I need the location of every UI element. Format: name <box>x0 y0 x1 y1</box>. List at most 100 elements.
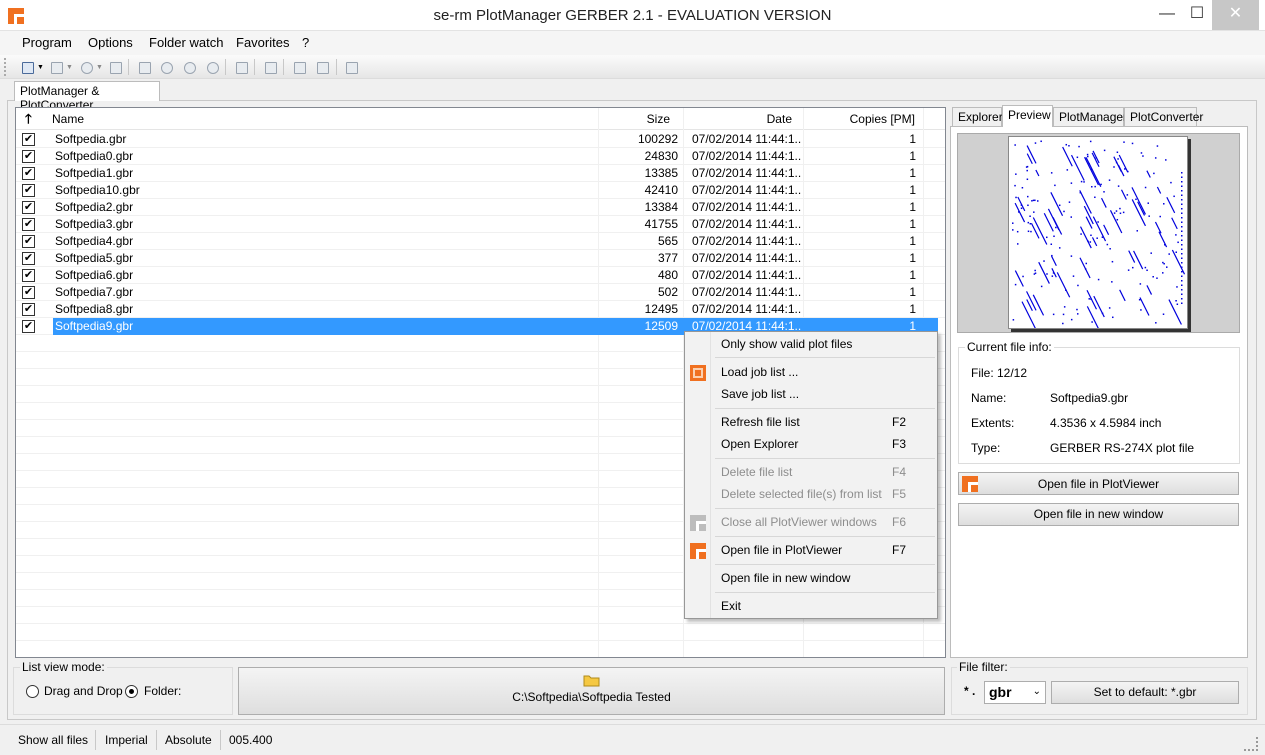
status-coordinates-mode[interactable]: Absolute <box>165 730 212 750</box>
pcb-trace <box>1086 306 1101 333</box>
type-value: GERBER RS-274X plot file <box>1050 441 1195 455</box>
table-row[interactable]: ✔ Softpedia4.gbr 565 07/02/2014 11:44:1... 1 <box>16 233 945 250</box>
status-show-all-files[interactable]: Show all files <box>18 730 88 750</box>
drag-drop-radio[interactable] <box>26 685 39 698</box>
menu-program[interactable]: Program <box>22 35 72 50</box>
pcb-pad <box>1026 178 1029 181</box>
tab-plotmanager-plotconverter[interactable]: PlotManager & PlotConverter <box>14 81 160 112</box>
toolbar: ▼ ▼ ▼ <box>0 55 1265 79</box>
row-checkbox[interactable]: ✔ <box>22 303 35 316</box>
folder-path-button[interactable]: C:\Softpedia\Softpedia Tested <box>238 667 945 715</box>
column-header-size[interactable]: Size <box>598 108 670 130</box>
arrow-up-icon[interactable]: 🡑 <box>25 108 32 130</box>
tab-explorer[interactable]: Explorer <box>952 107 1003 126</box>
row-checkbox[interactable]: ✔ <box>22 150 35 163</box>
maximize-button[interactable]: ☐ <box>1180 0 1214 30</box>
open-in-new-window-button[interactable]: Open file in new window <box>958 503 1239 526</box>
row-checkbox[interactable]: ✔ <box>22 218 35 231</box>
table-row[interactable]: ✔ Softpedia10.gbr 42410 07/02/2014 11:44:1.… <box>16 182 945 199</box>
resize-grip[interactable] <box>1244 737 1258 751</box>
menu-help[interactable]: ? <box>302 35 309 50</box>
undo-icon[interactable] <box>290 58 308 76</box>
file-date: 07/02/2014 11:44:1... <box>692 217 802 231</box>
open-icon[interactable] <box>18 58 36 76</box>
table-row[interactable]: ✔ Softpedia1.gbr 13385 07/02/2014 11:44:1..… <box>16 165 945 182</box>
zoom-fit-icon[interactable] <box>157 58 175 76</box>
filter-select[interactable]: gbr ⌄ <box>984 681 1046 704</box>
folder-radio[interactable] <box>125 685 138 698</box>
pcb-pad <box>1034 199 1036 202</box>
page-icon[interactable] <box>135 58 153 76</box>
menu-close-plotviewer-windows[interactable]: Close all PlotViewer windows <box>721 515 877 529</box>
row-checkbox[interactable]: ✔ <box>22 184 35 197</box>
toolbar-separator <box>283 59 284 75</box>
file-date: 07/02/2014 11:44:1... <box>692 302 802 316</box>
chevron-down-icon[interactable]: ▼ <box>37 64 44 71</box>
chevron-down-icon[interactable]: ▼ <box>66 64 73 71</box>
pcb-pad <box>1181 176 1183 178</box>
menu-options[interactable]: Options <box>88 35 133 50</box>
window-icon[interactable] <box>261 58 279 76</box>
table-row[interactable]: ✔ Softpedia0.gbr 24830 07/02/2014 11:44:1..… <box>16 148 945 165</box>
menu-open-in-plotviewer[interactable]: Open file in PlotViewer <box>721 543 842 557</box>
drag-drop-label[interactable]: Drag and Drop <box>44 684 123 698</box>
pcb-pad <box>1181 244 1183 246</box>
menu-folder-watch[interactable]: Folder watch <box>149 35 223 50</box>
menu-delete-file-list[interactable]: Delete file list <box>721 465 792 479</box>
r-icon[interactable] <box>342 58 360 76</box>
minimize-button[interactable]: — <box>1150 0 1184 30</box>
pcb-pad <box>1058 204 1061 207</box>
column-header-date[interactable]: Date <box>684 108 792 130</box>
row-checkbox[interactable]: ✔ <box>22 133 35 146</box>
tab-preview[interactable]: Preview <box>1002 105 1053 127</box>
table-row[interactable]: ✔ Softpedia8.gbr 12495 07/02/2014 11:44:1..… <box>16 301 945 318</box>
folder-label[interactable]: Folder: <box>144 684 181 698</box>
table-row[interactable]: ✔ Softpedia6.gbr 480 07/02/2014 11:44:1... 1 <box>16 267 945 284</box>
menu-delete-selected[interactable]: Delete selected file(s) from list <box>721 487 882 501</box>
pan-icon[interactable] <box>232 58 250 76</box>
row-checkbox[interactable]: ✔ <box>22 167 35 180</box>
row-checkbox[interactable]: ✔ <box>22 235 35 248</box>
pcb-pad <box>1119 212 1122 215</box>
column-header-name[interactable]: Name <box>52 108 85 130</box>
menu-load-job-list[interactable]: Load job list ... <box>721 365 798 379</box>
file-name: Softpedia5.gbr <box>55 251 134 265</box>
table-row[interactable]: ✔ Softpedia7.gbr 502 07/02/2014 11:44:1... 1 <box>16 284 945 301</box>
status-value: 005.400 <box>229 733 273 747</box>
redo-icon[interactable] <box>313 58 331 76</box>
row-checkbox[interactable]: ✔ <box>22 269 35 282</box>
file-size: 12495 <box>644 302 678 316</box>
open-in-plotviewer-button[interactable]: Open file in PlotViewer <box>958 472 1239 495</box>
table-row[interactable]: ✔ Softpedia5.gbr 377 07/02/2014 11:44:1... 1 <box>16 250 945 267</box>
zoom-icon[interactable] <box>77 58 95 76</box>
row-checkbox[interactable]: ✔ <box>22 286 35 299</box>
row-checkbox[interactable]: ✔ <box>22 320 35 333</box>
table-row[interactable]: ✔ Softpedia2.gbr 13384 07/02/2014 11:44:1..… <box>16 199 945 216</box>
table-row[interactable]: ✔ Softpedia3.gbr 41755 07/02/2014 11:44:1..… <box>16 216 945 233</box>
close-button[interactable]: ✕ <box>1212 0 1259 30</box>
pcb-pad <box>1076 313 1079 315</box>
status-units[interactable]: Imperial <box>105 730 148 750</box>
row-checkbox[interactable]: ✔ <box>22 201 35 214</box>
zoom-in-icon[interactable] <box>180 58 198 76</box>
menu-only-show-valid[interactable]: Only show valid plot files <box>721 337 852 351</box>
menu-save-job-list[interactable]: Save job list ... <box>721 387 799 401</box>
tab-plotconverter[interactable]: PlotConverter <box>1124 107 1203 126</box>
row-checkbox[interactable]: ✔ <box>22 252 35 265</box>
set-default-button[interactable]: Set to default: *.gbr <box>1051 681 1239 704</box>
brush-icon[interactable] <box>106 58 124 76</box>
menu-open-new-window[interactable]: Open file in new window <box>721 571 850 585</box>
print-icon[interactable] <box>47 58 65 76</box>
menu-refresh-file-list[interactable]: Refresh file list <box>721 415 800 429</box>
pcb-pad <box>1096 237 1098 239</box>
pcb-pad <box>1164 244 1166 246</box>
tab-plotmanager[interactable]: PlotManager <box>1053 107 1127 126</box>
menu-favorites[interactable]: Favorites <box>236 35 289 50</box>
column-header-copies[interactable]: Copies [PM] <box>804 108 915 130</box>
menu-exit[interactable]: Exit <box>721 599 741 613</box>
table-row[interactable]: ✔ Softpedia.gbr 100292 07/02/2014 11:44:1..… <box>16 131 945 148</box>
zoom-out-icon[interactable] <box>203 58 221 76</box>
menu-open-explorer[interactable]: Open Explorer <box>721 437 798 451</box>
plot-preview[interactable] <box>957 133 1240 333</box>
chevron-down-icon[interactable]: ▼ <box>96 64 103 71</box>
